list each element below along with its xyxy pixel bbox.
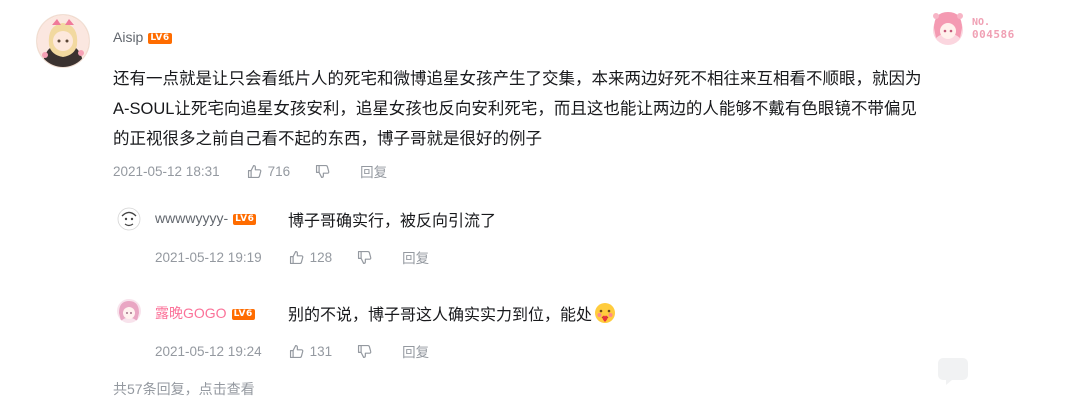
fan-badge: NO. 004586	[928, 8, 1033, 48]
chat-icon	[936, 356, 970, 386]
thumbs-up-icon	[289, 344, 303, 358]
level-badge: LV6	[148, 32, 172, 44]
reply-text: 博子哥确实行，被反向引流了	[288, 213, 497, 230]
comment-meta: 2021-05-12 18:31 716 回复	[113, 161, 411, 181]
comment-line: 的正视很多之前自己看不起的东西，博子哥就是很好的例子	[113, 130, 542, 148]
comment-time: 2021-05-12 18:31	[113, 163, 220, 179]
dislike-button[interactable]	[314, 163, 336, 180]
thumbs-down-icon	[358, 344, 372, 358]
reply-button[interactable]: 回复	[360, 161, 387, 181]
reply-button[interactable]: 回复	[402, 341, 429, 361]
reply-username[interactable]: wwwwyyyy- LV6	[155, 210, 257, 226]
thumbs-up-icon	[289, 250, 303, 264]
reply-meta: 2021-05-12 19:24 131 回复	[155, 341, 453, 361]
comment-text: 还有一点就是让只会看纸片人的死宅和微博追星女孩产生了交集，本来两边好死不相往来互…	[113, 64, 1043, 154]
comment-line: A-SOUL让死宅向追星女孩安利，追星女孩也反向安利死宅，而且这也能让两边的人能…	[113, 100, 917, 118]
thumbs-down-icon	[358, 250, 372, 264]
reply-time: 2021-05-12 19:19	[155, 249, 262, 265]
like-button[interactable]: 716	[246, 163, 291, 180]
reply-username[interactable]: 露晚GOGO LV6	[155, 303, 255, 323]
username-text[interactable]: Aisip	[113, 29, 143, 45]
level-badge: LV6	[233, 213, 257, 225]
thumbs-up-icon	[247, 164, 261, 178]
dislike-button[interactable]	[356, 249, 378, 266]
reply-meta: 2021-05-12 19:19 128 回复	[155, 247, 453, 267]
comment-line: 还有一点就是让只会看纸片人的死宅和微博追星女孩产生了交集，本来两边好死不相往来互…	[113, 70, 922, 88]
reply-button[interactable]: 回复	[402, 247, 429, 267]
reply-time: 2021-05-12 19:24	[155, 343, 262, 359]
emoji-icon	[594, 302, 616, 329]
reply-avatar[interactable]	[117, 207, 141, 231]
avatar[interactable]	[36, 14, 90, 68]
reply-text-content: 别的不说，博子哥这人确实实力到位，能处	[288, 307, 593, 324]
like-count: 128	[309, 249, 333, 265]
thumbs-down-icon	[316, 164, 330, 178]
fan-badge-avatar-icon	[933, 12, 963, 45]
like-count: 716	[267, 163, 291, 179]
reply-username-text[interactable]: 露晚GOGO	[155, 305, 227, 321]
badge-number: 004586	[972, 28, 1015, 41]
like-button[interactable]: 131	[288, 343, 333, 360]
dislike-button[interactable]	[356, 343, 378, 360]
reply-avatar[interactable]	[117, 299, 141, 323]
reply-text: 别的不说，博子哥这人确实实力到位，能处	[288, 301, 616, 329]
like-button[interactable]: 128	[288, 249, 333, 266]
username[interactable]: Aisip LV6	[113, 29, 172, 45]
reply-username-text[interactable]: wwwwyyyy-	[155, 210, 228, 226]
view-more-replies[interactable]: 共57条回复，点击查看	[113, 379, 255, 399]
like-count: 131	[309, 343, 333, 359]
level-badge: LV6	[231, 308, 255, 320]
